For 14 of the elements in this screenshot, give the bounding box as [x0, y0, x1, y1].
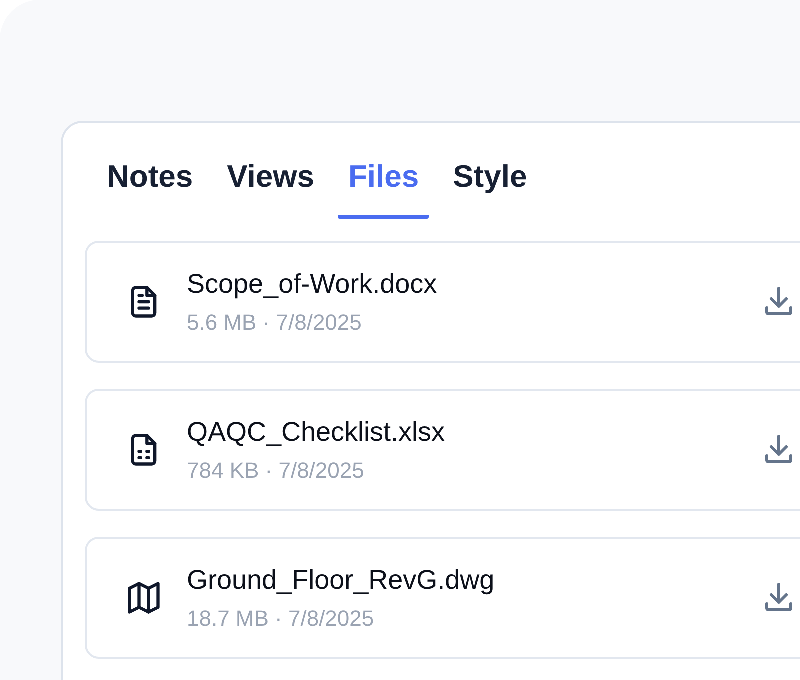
file-name: QAQC_Checklist.xlsx [187, 416, 446, 448]
tab[interactable]: Notes [97, 159, 204, 219]
map-icon [125, 579, 163, 617]
file-card[interactable]: QAQC_Checklist.xlsx 784 KB · 7/8/2025 [85, 389, 800, 511]
tab[interactable]: Views [217, 159, 324, 219]
file-meta: 18.7 MB · 7/8/2025 [187, 606, 376, 632]
file-card[interactable]: Scope_of-Work.docx 5.6 MB · 7/8/2025 [85, 241, 800, 363]
file-meta: 784 KB · 7/8/2025 [187, 458, 366, 484]
tab[interactable]: Files [338, 159, 430, 219]
file-card[interactable]: Ground_Floor_RevG.dwg 18.7 MB · 7/8/2025 [85, 537, 800, 659]
file-name: Ground_Floor_RevG.dwg [187, 564, 496, 596]
file-name: Scope_of-Work.docx [187, 268, 438, 300]
tab[interactable]: Style [443, 159, 538, 219]
file-meta: 5.6 MB · 7/8/2025 [187, 310, 363, 336]
